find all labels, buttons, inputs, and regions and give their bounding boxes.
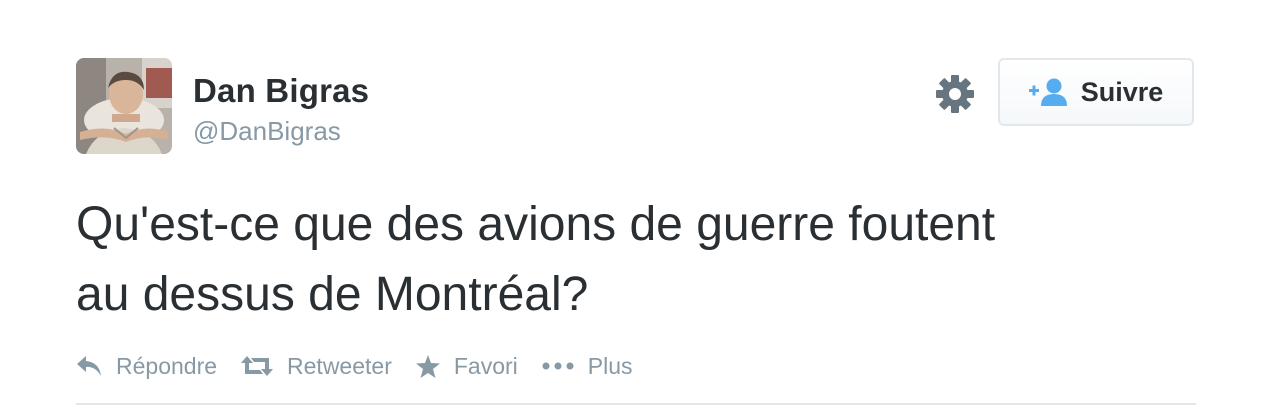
- follow-button[interactable]: Suivre: [998, 58, 1194, 126]
- star-icon: [415, 354, 440, 378]
- tweet-text: Qu'est-ce que des avions de guerre foute…: [76, 190, 1186, 330]
- follow-button-label: Suivre: [1080, 76, 1164, 107]
- tweet-actions: Répondre Retweeter Favori Plus: [76, 350, 657, 382]
- retweet-icon: [241, 356, 274, 376]
- reply-label: Répondre: [116, 352, 218, 379]
- favorite-label: Favori: [453, 352, 518, 379]
- more-label: Plus: [587, 352, 633, 379]
- retweet-button[interactable]: Retweeter: [241, 353, 392, 380]
- gear-icon[interactable]: [934, 73, 976, 115]
- user-name[interactable]: Dan Bigras: [193, 72, 369, 110]
- add-user-icon: [1028, 78, 1067, 106]
- tweet-card: Dan Bigras @DanBigras Suivre Qu'est-ce q…: [0, 0, 1270, 406]
- reply-icon: [77, 356, 101, 376]
- user-handle[interactable]: @DanBigras: [193, 116, 341, 147]
- more-dots-icon: [542, 362, 574, 370]
- tweet-text-line: Qu'est-ce que des avions de guerre foute…: [76, 198, 996, 251]
- tweet-text-line: au dessus de Montréal?: [76, 268, 589, 321]
- avatar-image: [76, 58, 172, 154]
- more-button[interactable]: Plus: [542, 353, 633, 380]
- reply-button[interactable]: Répondre: [76, 353, 217, 380]
- avatar[interactable]: [76, 58, 172, 154]
- favorite-button[interactable]: Favori: [415, 352, 518, 380]
- retweet-label: Retweeter: [287, 352, 392, 379]
- divider: [76, 403, 1196, 405]
